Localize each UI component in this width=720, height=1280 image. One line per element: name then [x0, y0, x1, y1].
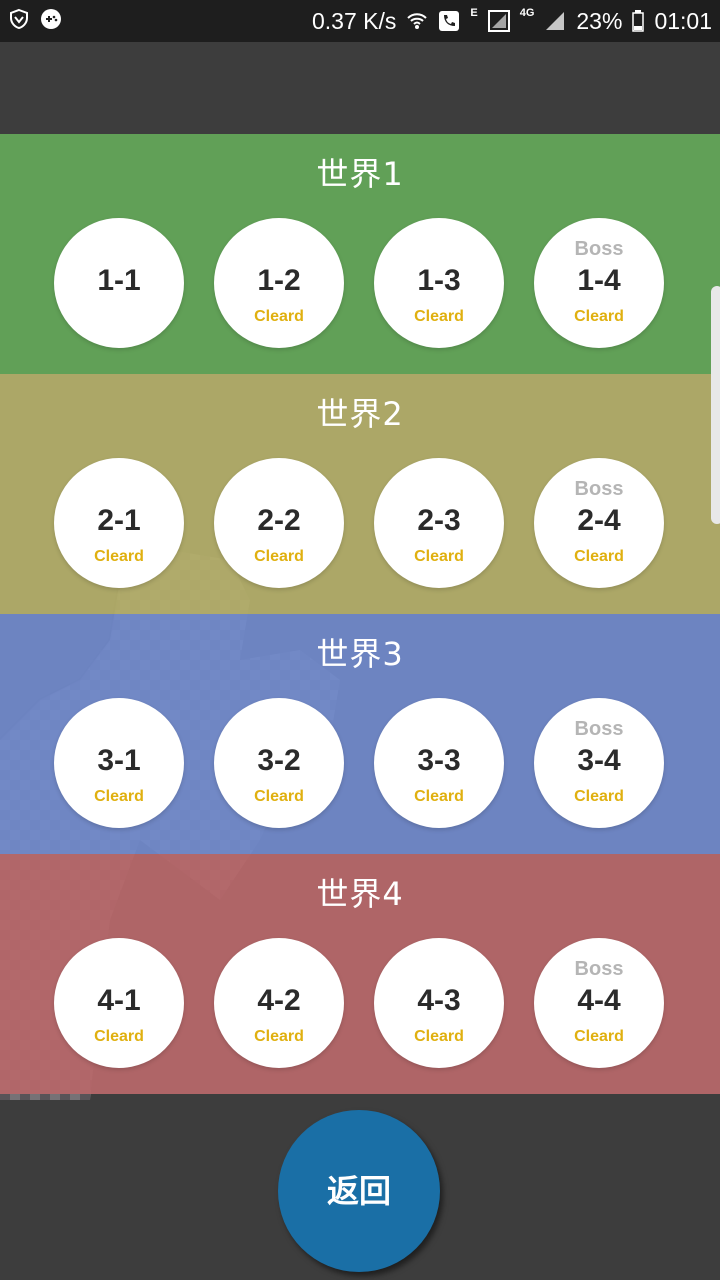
stage-number: 2-3	[417, 504, 461, 537]
world-title: 世界2	[316, 395, 404, 433]
stage-button-2-3[interactable]: 2-3 Cleard	[374, 458, 504, 588]
world-title: 世界1	[316, 155, 404, 193]
stage-number: 3-3	[417, 744, 461, 777]
cleared-status: Cleard	[254, 308, 304, 325]
stage-number: 3-4	[577, 744, 621, 777]
world-section-1: 世界1 1-1 1-2 Cleard 1-3 Cleard Boss 1-4 C…	[0, 134, 720, 374]
cleared-status: Cleard	[94, 548, 144, 565]
stage-button-1-4[interactable]: Boss 1-4 Cleard	[534, 218, 664, 348]
status-bar: 0.37 K/s E 4G 23% 01:01	[0, 0, 720, 42]
stage-number: 3-1	[97, 744, 141, 777]
boss-label: Boss	[574, 958, 624, 980]
wifi-icon	[407, 13, 428, 29]
cleared-status: Cleard	[254, 548, 304, 565]
stage-button-4-4[interactable]: Boss 4-4 Cleard	[534, 938, 664, 1068]
stage-number: 2-1	[97, 504, 141, 537]
stage-number: 2-4	[577, 504, 621, 537]
status-right: 0.37 K/s E 4G 23% 01:01	[312, 6, 712, 36]
stage-button-4-2[interactable]: 4-2 Cleard	[214, 938, 344, 1068]
cleared-status: Cleard	[414, 788, 464, 805]
stage-number: 2-2	[257, 504, 301, 537]
cleared-status: Cleard	[574, 548, 624, 565]
battery-icon	[632, 10, 645, 32]
stage-number: 4-1	[97, 984, 141, 1017]
stage-button-3-1[interactable]: 3-1 Cleard	[54, 698, 184, 828]
world-title: 世界3	[316, 635, 404, 673]
stage-button-3-3[interactable]: 3-3 Cleard	[374, 698, 504, 828]
cleared-status: Cleard	[254, 1028, 304, 1045]
stage-button-1-3[interactable]: 1-3 Cleard	[374, 218, 504, 348]
network-type-e: E	[470, 7, 478, 19]
back-button[interactable]: 返回	[278, 1110, 440, 1272]
edge-panel-handle[interactable]	[711, 286, 720, 524]
stage-button-1-1[interactable]: 1-1	[54, 218, 184, 348]
cleared-status: Cleard	[414, 1028, 464, 1045]
stage-number: 4-2	[257, 984, 301, 1017]
cleared-status: Cleard	[574, 788, 624, 805]
stage-number: 1-4	[577, 264, 621, 297]
boss-label: Boss	[574, 478, 624, 500]
world-section-2: 世界2 2-1 Cleard 2-2 Cleard 2-3 Cleard Bos…	[0, 374, 720, 614]
cleared-status: Cleard	[574, 1028, 624, 1045]
stage-button-4-3[interactable]: 4-3 Cleard	[374, 938, 504, 1068]
stage-button-3-4[interactable]: Boss 3-4 Cleard	[534, 698, 664, 828]
cleared-status: Cleard	[94, 1028, 144, 1045]
world-section-4: 世界4 4-1 Cleard 4-2 Cleard 4-3 Cleard Bos…	[0, 854, 720, 1094]
stage-button-1-2[interactable]: 1-2 Cleard	[214, 218, 344, 348]
stage-button-2-4[interactable]: Boss 2-4 Cleard	[534, 458, 664, 588]
stage-button-2-1[interactable]: 2-1 Cleard	[54, 458, 184, 588]
boss-label: Boss	[574, 718, 624, 740]
stage-number: 4-4	[577, 984, 621, 1017]
stage-number: 1-3	[417, 264, 461, 297]
cleared-status: Cleard	[414, 308, 464, 325]
boss-label: Boss	[574, 238, 624, 260]
cleared-status: Cleard	[254, 788, 304, 805]
shield-icon	[10, 8, 28, 30]
battery-percent: 23%	[576, 8, 623, 34]
status-left-icons	[8, 8, 62, 30]
world-title: 世界4	[316, 875, 404, 913]
stage-number: 1-2	[257, 264, 301, 297]
cleared-status: Cleard	[574, 308, 624, 325]
game-icon	[41, 9, 61, 29]
stage-number: 1-1	[97, 264, 141, 297]
signal-4g-icon	[546, 12, 565, 30]
signal-icon	[487, 10, 510, 32]
network-type-4g: 4G	[519, 7, 535, 19]
stage-button-3-2[interactable]: 3-2 Cleard	[214, 698, 344, 828]
stage-button-4-1[interactable]: 4-1 Cleard	[54, 938, 184, 1068]
stage-number: 4-3	[417, 984, 461, 1017]
stage-button-2-2[interactable]: 2-2 Cleard	[214, 458, 344, 588]
network-speed: 0.37 K/s	[311, 8, 397, 34]
cleared-status: Cleard	[94, 788, 144, 805]
call-icon	[439, 11, 460, 31]
world-section-3: 世界3 3-1 Cleard 3-2 Cleard 3-3 Cleard Bos…	[0, 614, 720, 854]
clock: 01:01	[654, 8, 712, 34]
stage-number: 3-2	[257, 744, 301, 777]
cleared-status: Cleard	[414, 548, 464, 565]
